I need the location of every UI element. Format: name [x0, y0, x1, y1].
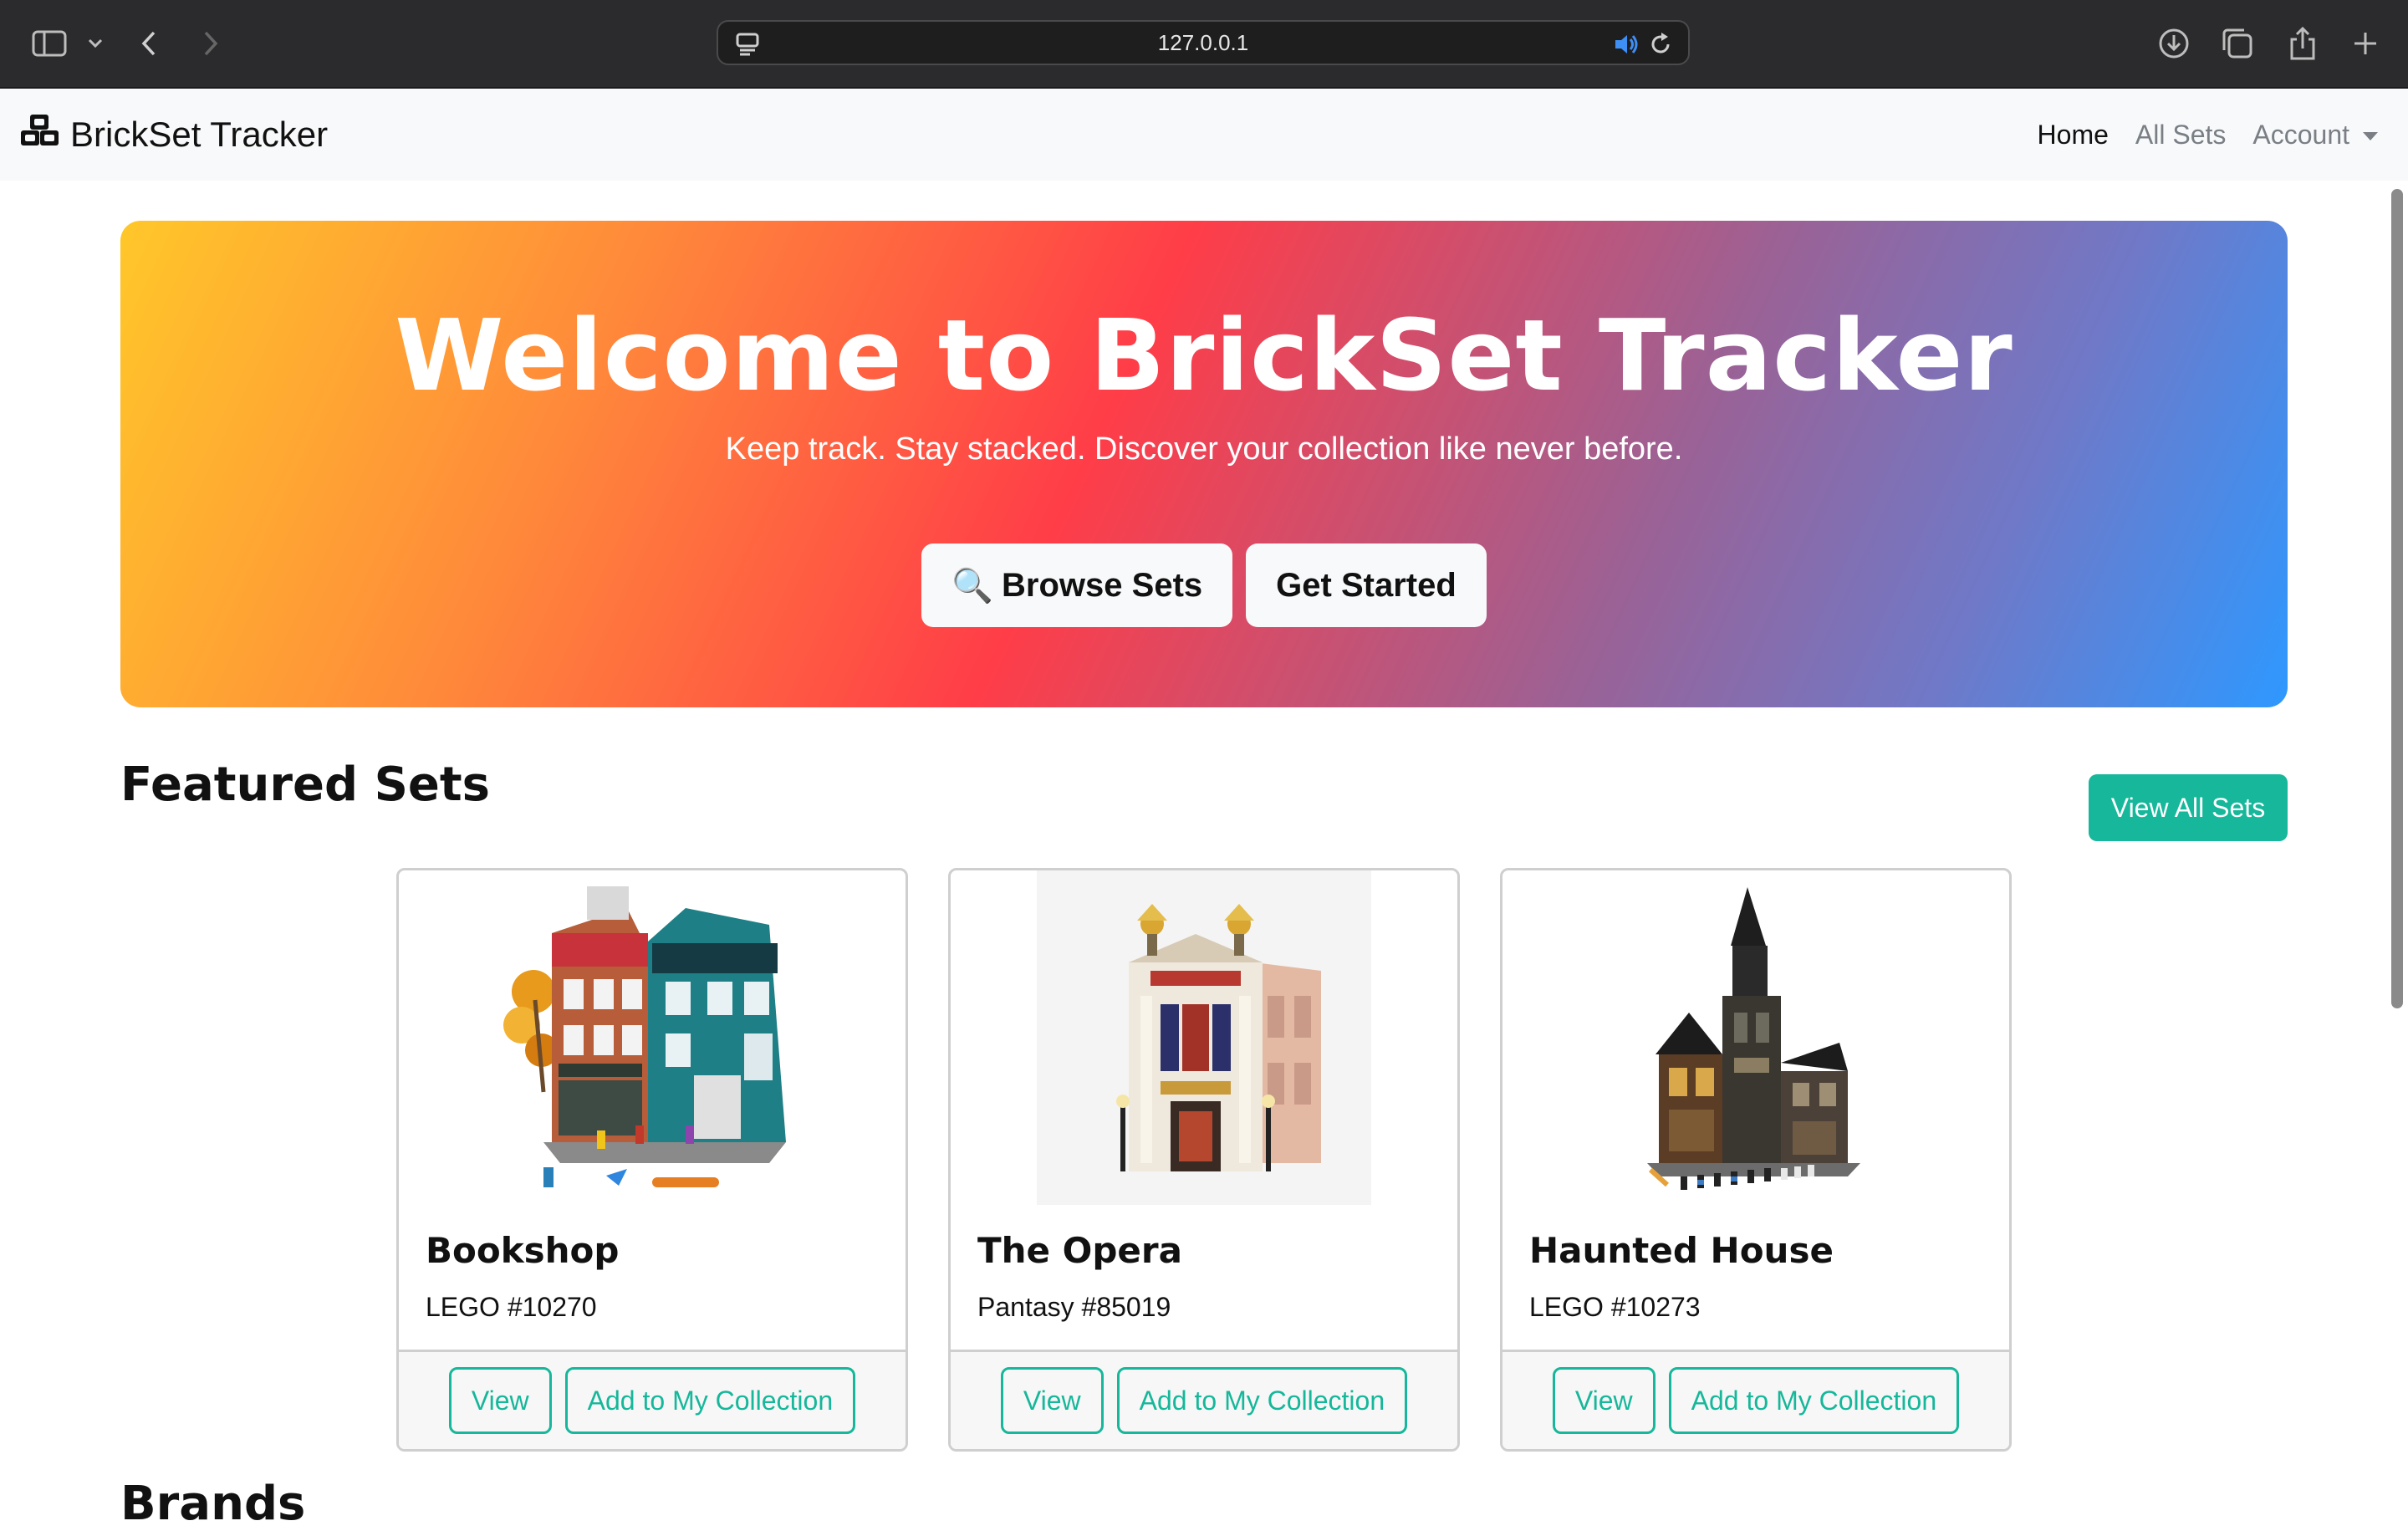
card-footer: View Add to My Collection — [1502, 1350, 2009, 1449]
browse-sets-label: Browse Sets — [1002, 566, 1203, 604]
bricks-logo-icon — [20, 113, 59, 156]
nav-home[interactable]: Home — [2038, 120, 2109, 151]
set-image-haunted-house[interactable] — [1589, 870, 1923, 1205]
hero-banner: Welcome to BrickSet Tracker Keep track. … — [120, 221, 2288, 707]
sidebar-toggle-icon[interactable] — [32, 22, 67, 65]
set-title: Haunted House — [1529, 1230, 1834, 1271]
nav-account-label: Account — [2252, 119, 2349, 150]
set-title: Bookshop — [426, 1230, 620, 1271]
brands-heading: Brands — [120, 1477, 306, 1531]
brand-link[interactable]: BrickSet Tracker — [20, 114, 328, 156]
tab-overview-icon[interactable] — [2221, 22, 2254, 65]
browser-toolbar: 127.0.0.1 — [0, 0, 2408, 89]
caret-down-icon — [2363, 132, 2378, 141]
card-footer: View Add to My Collection — [399, 1350, 906, 1449]
site-navbar: BrickSet Tracker Home All Sets Account — [0, 89, 2408, 181]
browse-sets-button[interactable]: 🔍 Browse Sets — [921, 544, 1233, 627]
set-image-the-opera[interactable] — [1037, 870, 1371, 1205]
card-footer: View Add to My Collection — [951, 1350, 1457, 1449]
back-icon[interactable] — [140, 22, 159, 65]
set-card-bookshop: Bookshop LEGO #10270 View Add to My Coll… — [396, 868, 908, 1452]
set-card-the-opera: The Opera Pantasy #85019 View Add to My … — [948, 868, 1460, 1452]
get-started-button[interactable]: Get Started — [1246, 544, 1487, 627]
view-all-sets-button[interactable]: View All Sets — [2089, 774, 2288, 841]
nav-account-dropdown[interactable]: Account — [2252, 120, 2378, 151]
add-to-collection-button[interactable]: Add to My Collection — [1668, 1367, 1960, 1434]
chevron-down-icon[interactable] — [87, 22, 104, 65]
hero-title: Welcome to BrickSet Tracker — [395, 298, 2013, 413]
featured-heading: Featured Sets — [120, 758, 490, 812]
set-card-haunted-house: Haunted House LEGO #10273 View Add to My… — [1500, 868, 2012, 1452]
forward-icon[interactable] — [201, 22, 219, 65]
reload-icon[interactable] — [1648, 32, 1673, 61]
add-to-collection-button[interactable]: Add to My Collection — [1116, 1367, 1408, 1434]
nav-all-sets[interactable]: All Sets — [2135, 120, 2226, 151]
set-image-bookshop[interactable] — [485, 870, 819, 1205]
hero-subtitle: Keep track. Stay stacked. Discover your … — [725, 431, 1683, 467]
set-title: The Opera — [977, 1230, 1182, 1271]
page-scrollbar[interactable] — [2391, 189, 2403, 1008]
view-button[interactable]: View — [1552, 1367, 1656, 1434]
share-icon[interactable] — [2288, 22, 2318, 65]
address-bar[interactable]: 127.0.0.1 — [717, 20, 1690, 65]
url-text: 127.0.0.1 — [1157, 29, 1249, 55]
audio-playing-icon[interactable] — [1613, 32, 1640, 61]
set-number: LEGO #10270 — [426, 1292, 597, 1322]
set-number: LEGO #10273 — [1529, 1292, 1701, 1322]
add-to-collection-button[interactable]: Add to My Collection — [564, 1367, 856, 1434]
new-tab-icon[interactable] — [2351, 22, 2380, 65]
view-button[interactable]: View — [1000, 1367, 1104, 1434]
download-icon[interactable] — [2157, 22, 2191, 65]
set-number: Pantasy #85019 — [977, 1292, 1171, 1322]
view-button[interactable]: View — [448, 1367, 552, 1434]
magnifier-icon: 🔍 — [951, 567, 994, 605]
brand-name: BrickSet Tracker — [70, 115, 329, 154]
